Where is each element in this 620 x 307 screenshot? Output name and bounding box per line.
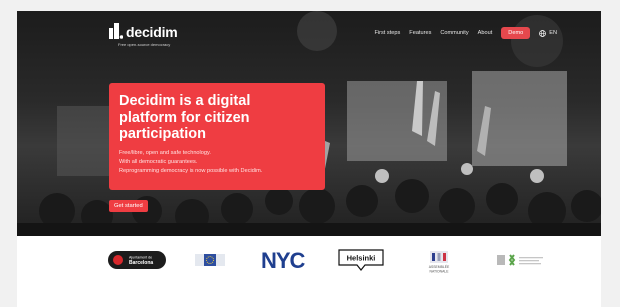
page: decidim Free open-source democracy First…	[17, 11, 601, 307]
hero-card: Decidim is a digital platform for citize…	[109, 83, 325, 190]
mexico-city-logo[interactable]	[497, 249, 545, 271]
partner-logos: Ajuntament de Barcelona NYC Helsinki ASS…	[17, 236, 601, 307]
helsinki-text: Helsinki	[347, 254, 376, 263]
hero-line-3: Reprogramming democracy is now possible …	[119, 167, 263, 174]
hero-line-2: With all democratic guarantees.	[119, 158, 198, 165]
get-started-button[interactable]: Get started	[109, 200, 148, 212]
assemblee-nationale-logo-shape: ASSEMBLÉE NATIONALE	[429, 251, 450, 274]
barcelona-logo-shape: Ajuntament de Barcelona	[108, 251, 166, 269]
demo-button[interactable]: Demo	[501, 27, 531, 39]
barcelona-line-2: Barcelona	[129, 260, 153, 266]
globe-icon	[539, 29, 547, 37]
nyc-logo[interactable]: NYC	[260, 249, 314, 271]
brand-name: decidim	[126, 24, 178, 40]
barcelona-logo[interactable]: Ajuntament de Barcelona	[108, 249, 166, 271]
assemblee-line-1: ASSEMBLÉE	[429, 264, 450, 269]
assemblee-line-2: NATIONALE	[430, 270, 450, 274]
mexico-city-logo-shape	[497, 254, 543, 266]
nav-first-steps[interactable]: First steps	[374, 30, 400, 36]
european-union-logo[interactable]	[195, 249, 225, 271]
nyc-logo-shape: NYC	[261, 250, 307, 270]
helsinki-logo[interactable]: Helsinki	[338, 249, 384, 271]
nav-features[interactable]: Features	[409, 30, 431, 36]
brand-tagline: Free open-source democracy	[118, 42, 171, 47]
nav-about[interactable]: About	[478, 30, 493, 36]
barcelona-line-1: Ajuntament de	[129, 256, 152, 260]
nyc-text: NYC	[261, 250, 306, 270]
decidim-logo-icon	[109, 23, 123, 39]
hero-section: decidim Free open-source democracy First…	[17, 11, 601, 236]
hero-line-1: Free/libre, open and safe technology.	[119, 149, 211, 156]
helsinki-logo-shape: Helsinki	[338, 249, 384, 271]
top-navigation: decidim Free open-source democracy First…	[17, 11, 601, 55]
eu-flag-icon	[195, 254, 225, 266]
language-label: EN	[549, 30, 557, 36]
hero-title: Decidim is a digital platform for citize…	[119, 93, 251, 142]
nav-community[interactable]: Community	[440, 30, 468, 36]
main-nav: First steps Features Community About Dem…	[374, 27, 557, 39]
language-selector[interactable]: EN	[539, 29, 557, 37]
assemblee-nationale-logo[interactable]: ASSEMBLÉE NATIONALE	[422, 249, 456, 275]
hero-description: Free/libre, open and safe technology. Wi…	[119, 149, 315, 176]
decidim-logo[interactable]: decidim	[109, 23, 178, 39]
